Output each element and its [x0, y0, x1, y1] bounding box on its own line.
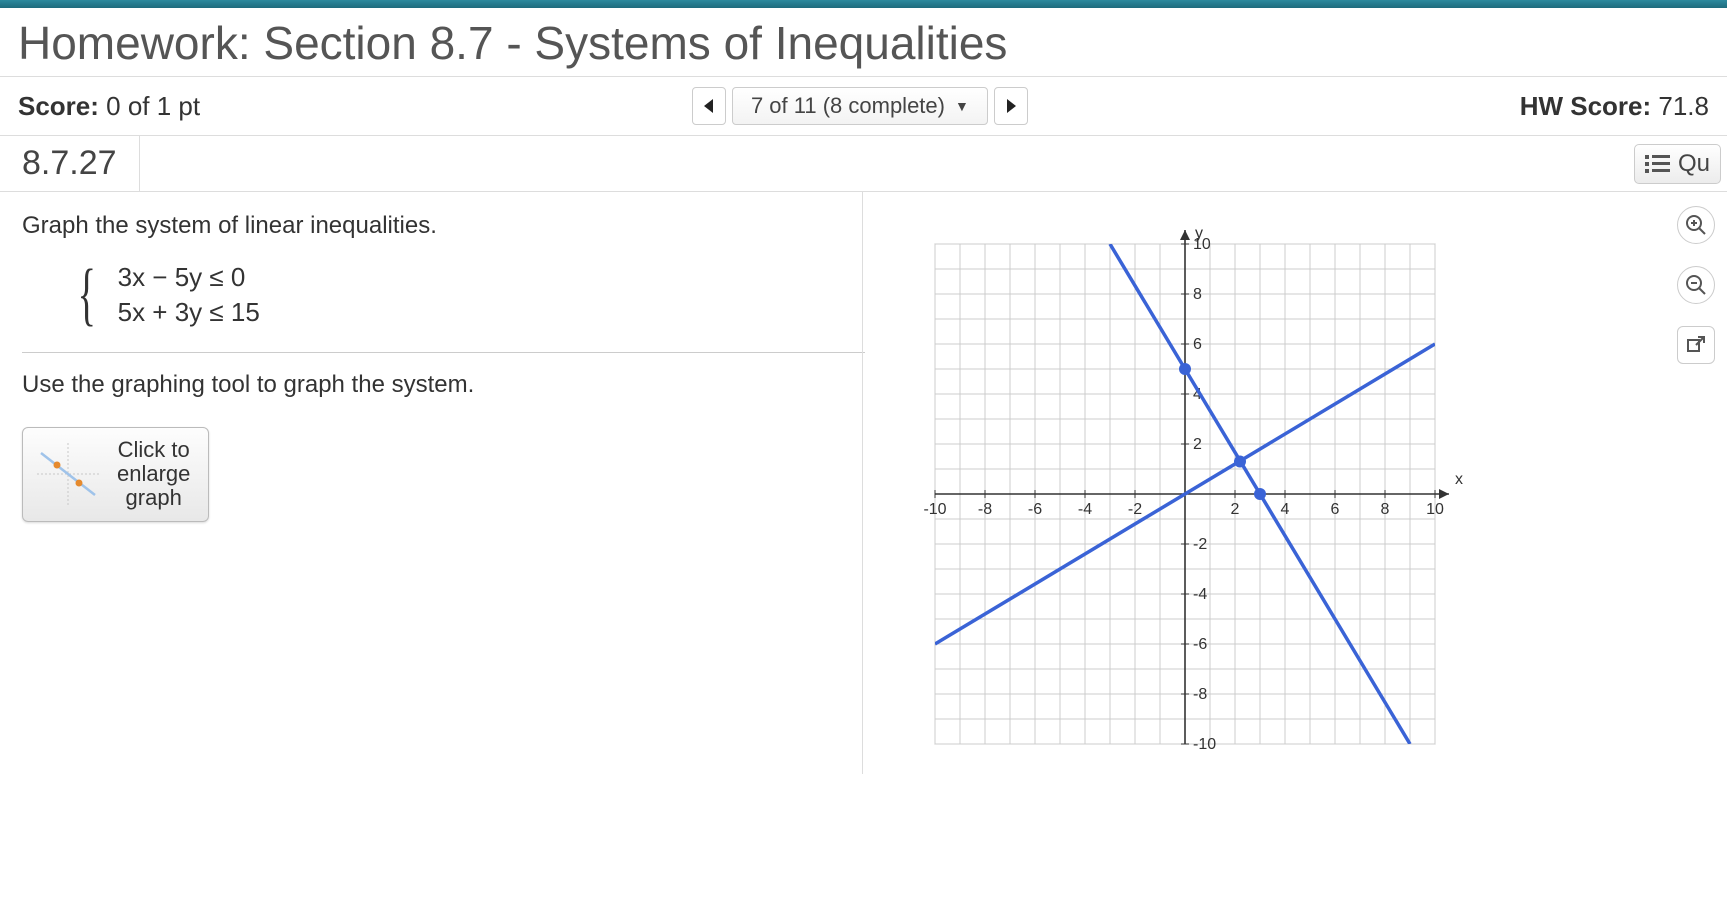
svg-text:x: x [1455, 471, 1463, 488]
equation-2: 5x + 3y ≤ 15 [118, 297, 260, 328]
zoom-out-button[interactable] [1677, 266, 1715, 304]
svg-text:6: 6 [1193, 336, 1202, 353]
graph-tools [1677, 206, 1715, 364]
hw-score-value: 71.8 [1658, 91, 1709, 121]
enlarge-graph-label: Click to enlarge graph [117, 438, 190, 511]
coordinate-graph[interactable]: -10-8-6-4-2246810-10-8-6-4-2246810xy [905, 214, 1465, 774]
triangle-left-icon [703, 98, 715, 114]
score-value: 0 of 1 pt [106, 91, 200, 121]
svg-text:10: 10 [1426, 501, 1444, 518]
svg-text:8: 8 [1193, 286, 1202, 303]
next-question-button[interactable] [994, 87, 1028, 125]
svg-text:-2: -2 [1128, 501, 1142, 518]
question-progress-dropdown[interactable]: 7 of 11 (8 complete) ▼ [732, 87, 988, 125]
hw-score-display: HW Score: 71.8 [1520, 91, 1709, 122]
zoom-in-icon [1685, 214, 1707, 236]
instruction-text: Use the graphing tool to graph the syste… [22, 371, 865, 399]
score-bar: Score: 0 of 1 pt 7 of 11 (8 complete) ▼ … [0, 77, 1727, 136]
svg-text:-2: -2 [1193, 536, 1207, 553]
equation-1: 3x − 5y ≤ 0 [118, 262, 260, 293]
popout-icon [1686, 335, 1706, 355]
score-label: Score: [18, 91, 99, 121]
svg-text:2: 2 [1193, 436, 1202, 453]
svg-text:-8: -8 [1193, 686, 1207, 703]
svg-text:-4: -4 [1193, 586, 1207, 603]
enlarge-graph-button[interactable]: Click to enlarge graph [22, 427, 209, 522]
popout-button[interactable] [1677, 326, 1715, 364]
mini-graph-icon [33, 439, 103, 509]
svg-text:6: 6 [1331, 501, 1340, 518]
prev-question-button[interactable] [692, 87, 726, 125]
zoom-in-button[interactable] [1677, 206, 1715, 244]
page-header: Homework: Section 8.7 - Systems of Inequ… [0, 8, 1727, 77]
svg-text:y: y [1195, 225, 1203, 242]
question-prompt: Graph the system of linear inequalities. [22, 212, 865, 240]
list-icon [1645, 155, 1670, 173]
svg-text:2: 2 [1231, 501, 1240, 518]
svg-text:-10: -10 [1193, 736, 1216, 753]
left-brace: { [78, 267, 96, 323]
enlarge-line-2: enlarge [117, 462, 190, 486]
svg-text:-6: -6 [1028, 501, 1042, 518]
svg-text:-10: -10 [923, 501, 946, 518]
app-accent-bar [0, 0, 1727, 8]
equations: 3x − 5y ≤ 0 5x + 3y ≤ 15 [118, 262, 260, 328]
svg-text:-8: -8 [978, 501, 992, 518]
enlarge-line-1: Click to [117, 438, 190, 462]
question-list-label: Qu [1678, 150, 1710, 178]
question-number: 8.7.27 [0, 136, 140, 191]
question-number-bar: 8.7.27 Qu [0, 136, 1727, 192]
inequality-system: { 3x − 5y ≤ 0 5x + 3y ≤ 15 [70, 262, 865, 328]
svg-text:-4: -4 [1078, 501, 1092, 518]
content-area: Graph the system of linear inequalities.… [0, 192, 1727, 774]
caret-down-icon: ▼ [955, 98, 969, 114]
zoom-out-icon [1685, 274, 1707, 296]
svg-text:-6: -6 [1193, 636, 1207, 653]
question-panel: Graph the system of linear inequalities.… [0, 192, 865, 774]
hw-score-label: HW Score: [1520, 91, 1651, 121]
graph-panel: -10-8-6-4-2246810-10-8-6-4-2246810xy [865, 192, 1727, 774]
question-progress-text: 7 of 11 (8 complete) [751, 93, 945, 119]
score-display: Score: 0 of 1 pt [18, 91, 200, 122]
triangle-right-icon [1005, 98, 1017, 114]
svg-text:8: 8 [1381, 501, 1390, 518]
question-list-button[interactable]: Qu [1634, 144, 1721, 184]
enlarge-line-3: graph [117, 486, 190, 510]
page-title: Homework: Section 8.7 - Systems of Inequ… [18, 16, 1709, 70]
question-navigator: 7 of 11 (8 complete) ▼ [200, 87, 1520, 125]
vertical-divider [862, 192, 863, 774]
section-divider [22, 352, 865, 353]
svg-text:4: 4 [1281, 501, 1290, 518]
